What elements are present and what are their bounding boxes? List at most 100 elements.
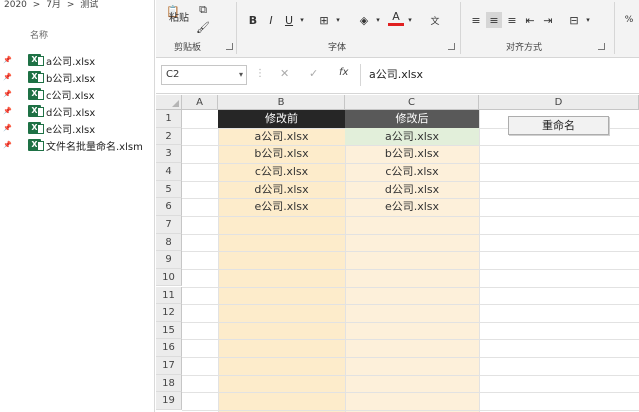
- chevron-down-icon[interactable]: ▾: [374, 12, 382, 28]
- row-header[interactable]: 9: [156, 251, 182, 269]
- header-cell-before[interactable]: 修改前: [218, 110, 345, 128]
- chevron-down-icon[interactable]: ▾: [298, 12, 306, 28]
- phonetic-icon[interactable]: 文: [426, 12, 444, 28]
- chevron-down-icon[interactable]: ▾: [406, 12, 414, 28]
- excel-file-icon: X: [28, 54, 44, 66]
- pin-icon[interactable]: 📌: [3, 73, 12, 81]
- alignment-launcher-icon[interactable]: [598, 43, 605, 50]
- row-header[interactable]: 6: [156, 198, 182, 216]
- paste-button[interactable]: 粘贴: [164, 8, 194, 24]
- rename-button[interactable]: 重命名: [508, 116, 609, 135]
- row-header[interactable]: 7: [156, 215, 182, 234]
- cell-after-name[interactable]: b公司.xlsx: [345, 145, 479, 163]
- pin-icon[interactable]: 📌: [3, 124, 12, 132]
- select-all-corner[interactable]: [156, 95, 182, 110]
- row-header[interactable]: 4: [156, 162, 182, 181]
- underline-button[interactable]: U: [282, 12, 296, 28]
- cell-before-name[interactable]: e公司.xlsx: [218, 198, 345, 216]
- column-header-a[interactable]: A: [182, 95, 218, 110]
- row-header[interactable]: 17: [156, 357, 182, 375]
- column-header-name[interactable]: 名称: [30, 28, 48, 41]
- gridline: [479, 110, 480, 412]
- cell-before-name[interactable]: d公司.xlsx: [218, 181, 345, 199]
- number-format-icon[interactable]: %: [622, 12, 636, 28]
- format-painter-icon[interactable]: 🖌: [196, 19, 210, 35]
- bold-button[interactable]: B: [246, 12, 260, 28]
- row-header[interactable]: 3: [156, 145, 182, 163]
- pin-icon[interactable]: 📌: [3, 90, 12, 98]
- formula-input[interactable]: a公司.xlsx: [360, 64, 635, 86]
- align-center-icon[interactable]: ≡: [486, 12, 502, 28]
- increase-indent-icon[interactable]: ⇥: [540, 12, 556, 28]
- cell-after-name[interactable]: c公司.xlsx: [345, 163, 479, 181]
- gridline: [182, 321, 639, 323]
- file-list-item[interactable]: 📌 Xe公司.xlsx: [0, 120, 155, 136]
- row-header[interactable]: 19: [156, 392, 182, 411]
- row-header[interactable]: 2: [156, 127, 182, 146]
- insert-function-button[interactable]: fx: [339, 67, 348, 78]
- font-launcher-icon[interactable]: [448, 43, 455, 50]
- column-header-c[interactable]: C: [345, 95, 479, 110]
- excel-file-icon: X: [28, 88, 44, 100]
- breadcrumb[interactable]: 2020 > 7月 > 测试: [4, 0, 101, 13]
- file-list-item[interactable]: 📌 Xb公司.xlsx: [0, 69, 155, 85]
- pin-icon[interactable]: 📌: [3, 107, 12, 115]
- clipboard-launcher-icon[interactable]: [226, 43, 233, 50]
- cell-before-name[interactable]: b公司.xlsx: [218, 145, 345, 163]
- align-left-icon[interactable]: ≡: [468, 12, 484, 28]
- row-header[interactable]: 10: [156, 268, 182, 287]
- border-icon[interactable]: ⊞: [316, 12, 332, 28]
- row-header[interactable]: 11: [156, 286, 182, 305]
- row-header[interactable]: 15: [156, 321, 182, 340]
- row-header[interactable]: 1: [156, 110, 182, 128]
- cell-before-name[interactable]: c公司.xlsx: [218, 163, 345, 181]
- file-list-item[interactable]: 📌 Xc公司.xlsx: [0, 86, 155, 102]
- name-box[interactable]: C2 ▾: [161, 65, 247, 85]
- pin-icon[interactable]: 📌: [3, 141, 12, 149]
- confirm-icon[interactable]: ✓: [309, 67, 318, 80]
- cell-after-name[interactable]: a公司.xlsx: [345, 128, 479, 146]
- cell-before-name[interactable]: a公司.xlsx: [218, 128, 345, 146]
- file-list-item[interactable]: 📌 Xa公司.xlsx: [0, 52, 155, 68]
- row-header[interactable]: 16: [156, 339, 182, 358]
- breadcrumb-item[interactable]: 2020: [4, 0, 27, 10]
- gridline: [182, 215, 639, 217]
- row-header[interactable]: 8: [156, 233, 182, 252]
- cancel-icon[interactable]: ✕: [280, 67, 289, 80]
- ribbon: 📋 粘贴 ⧉ 🖌 剪贴板 B I U ▾ ⊞ ▾ ◈ ▾ A ▾ 文 字体 ≡ …: [156, 0, 639, 58]
- copy-icon[interactable]: ⧉: [196, 2, 210, 18]
- font-color-button[interactable]: A: [388, 10, 404, 26]
- file-name: e公司.xlsx: [46, 124, 96, 136]
- column-header-b[interactable]: B: [218, 95, 345, 110]
- align-right-icon[interactable]: ≡: [504, 12, 520, 28]
- formula-bar-grip-icon[interactable]: ⋮: [255, 68, 265, 79]
- breadcrumb-item[interactable]: 7月: [46, 0, 61, 10]
- italic-button[interactable]: I: [264, 12, 278, 28]
- merge-cells-icon[interactable]: ⊟: [566, 12, 582, 28]
- chevron-down-icon[interactable]: ▾: [239, 66, 243, 84]
- chevron-down-icon[interactable]: ▾: [334, 12, 342, 28]
- fill-color-icon[interactable]: ◈: [356, 12, 372, 28]
- gridline: [182, 410, 639, 412]
- breadcrumb-item[interactable]: 测试: [80, 0, 98, 10]
- file-name: c公司.xlsx: [46, 90, 95, 102]
- row-header[interactable]: 18: [156, 374, 182, 393]
- row-header[interactable]: 5: [156, 180, 182, 199]
- row-header[interactable]: 12: [156, 304, 182, 322]
- gridline: [182, 357, 639, 359]
- file-list-item[interactable]: 📌 X 文件名批量命名.xlsm: [0, 137, 155, 153]
- cell-after-name[interactable]: d公司.xlsx: [345, 181, 479, 199]
- file-name: a公司.xlsx: [46, 56, 96, 68]
- excel-file-icon: X: [28, 71, 44, 83]
- excel-file-icon: X: [28, 139, 44, 151]
- chevron-down-icon[interactable]: ▾: [584, 12, 592, 28]
- file-list-item[interactable]: 📌 Xd公司.xlsx: [0, 103, 155, 119]
- header-cell-after[interactable]: 修改后: [345, 110, 479, 128]
- formula-bar: C2 ▾ ⋮ ✕ ✓ fx a公司.xlsx: [156, 58, 639, 94]
- column-header-d[interactable]: D: [479, 95, 639, 110]
- decrease-indent-icon[interactable]: ⇤: [522, 12, 538, 28]
- group-separator: [614, 2, 615, 54]
- font-group-label: 字体: [328, 43, 347, 53]
- pin-icon[interactable]: 📌: [3, 56, 12, 64]
- cell-after-name[interactable]: e公司.xlsx: [345, 198, 479, 216]
